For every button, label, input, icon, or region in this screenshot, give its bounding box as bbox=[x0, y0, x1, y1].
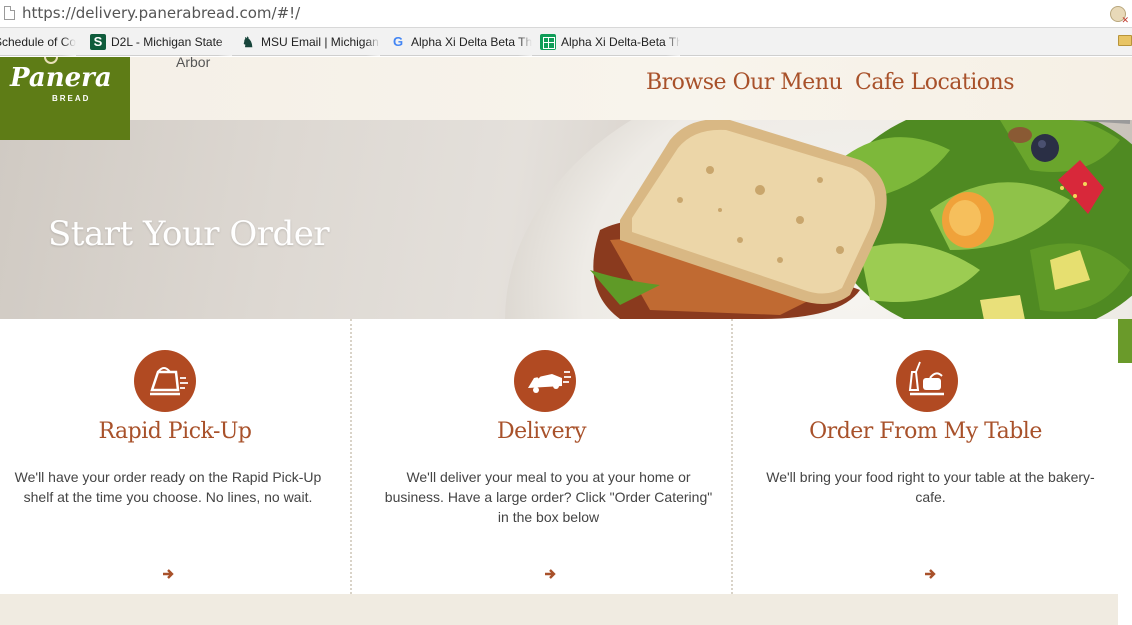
bookmark-schedule[interactable]: Schedule of Cou bbox=[0, 28, 76, 56]
option-rapid-pickup[interactable]: Rapid Pick-Up We'll have your order read… bbox=[0, 319, 350, 594]
bookmark-alpha-xi-1[interactable]: G Alpha Xi Delta Beta Th bbox=[390, 28, 532, 56]
option-title[interactable]: Rapid Pick-Up bbox=[0, 419, 350, 444]
page: https://delivery.panerabread.com/#!/ Sch… bbox=[0, 0, 1132, 625]
nav-cafe-locations[interactable]: Cafe Locations bbox=[855, 70, 1014, 95]
delivery-car-icon[interactable] bbox=[514, 350, 576, 412]
arrow-right-icon[interactable] bbox=[161, 567, 175, 581]
pickup-bag-icon[interactable] bbox=[134, 350, 196, 412]
option-description: We'll bring your food right to your tabl… bbox=[766, 469, 1095, 505]
bookmark-label: Alpha Xi Delta-Beta Th bbox=[561, 35, 680, 49]
location-text: Arbor bbox=[176, 54, 211, 70]
folder-icon[interactable] bbox=[1118, 35, 1132, 46]
bookmark-d2l[interactable]: S D2L - Michigan State bbox=[90, 28, 232, 56]
arrow-right-icon[interactable] bbox=[543, 567, 557, 581]
table-tray-icon[interactable] bbox=[896, 350, 958, 412]
d2l-icon: S bbox=[90, 34, 106, 50]
google-icon: G bbox=[392, 34, 404, 49]
option-title[interactable]: Order From My Table bbox=[733, 419, 1118, 444]
hero-banner: Start Your Order bbox=[0, 120, 1132, 319]
logo-wordmark: Panera bbox=[10, 63, 112, 93]
option-delivery[interactable]: Delivery We'll deliver your meal to you … bbox=[350, 319, 731, 594]
panera-logo[interactable]: Panera BREAD bbox=[0, 57, 130, 140]
option-title[interactable]: Delivery bbox=[352, 419, 731, 444]
extension-icon[interactable] bbox=[1110, 6, 1129, 26]
option-description: We'll have your order ready on the Rapid… bbox=[14, 469, 322, 505]
bookmark-label: MSU Email | Michigan bbox=[261, 35, 379, 49]
bookmark-msu-email[interactable]: ♞ MSU Email | Michigan bbox=[240, 28, 380, 56]
page-edge bbox=[1118, 319, 1132, 625]
option-description: We'll deliver your meal to you at your h… bbox=[384, 469, 713, 525]
bookmark-label: D2L - Michigan State bbox=[111, 35, 223, 49]
bookmarks-bar: Schedule of Cou S D2L - Michigan State ♞… bbox=[0, 28, 1132, 56]
nav-browse-menu[interactable]: Browse Our Menu bbox=[646, 70, 843, 95]
sheets-icon bbox=[540, 34, 556, 50]
sandwich-image bbox=[590, 120, 887, 319]
footer-strip bbox=[0, 594, 1118, 625]
logo-subtext: BREAD bbox=[52, 94, 91, 103]
bookmark-alpha-xi-2[interactable]: Alpha Xi Delta-Beta Th bbox=[540, 28, 680, 56]
bookmark-label: Alpha Xi Delta Beta Th bbox=[411, 35, 532, 49]
spartan-icon: ♞ bbox=[241, 34, 255, 50]
address-bar[interactable]: https://delivery.panerabread.com/#!/ bbox=[0, 0, 1132, 28]
site-header: Arbor Browse Our Menu Cafe Locations bbox=[0, 54, 1132, 120]
order-options: Rapid Pick-Up We'll have your order read… bbox=[0, 319, 1118, 594]
arrow-right-icon[interactable] bbox=[923, 567, 937, 581]
url-text[interactable]: https://delivery.panerabread.com/#!/ bbox=[22, 4, 300, 22]
option-table[interactable]: Order From My Table We'll bring your foo… bbox=[731, 319, 1118, 594]
page-icon bbox=[4, 6, 15, 20]
hero-headline: Start Your Order bbox=[48, 214, 330, 254]
